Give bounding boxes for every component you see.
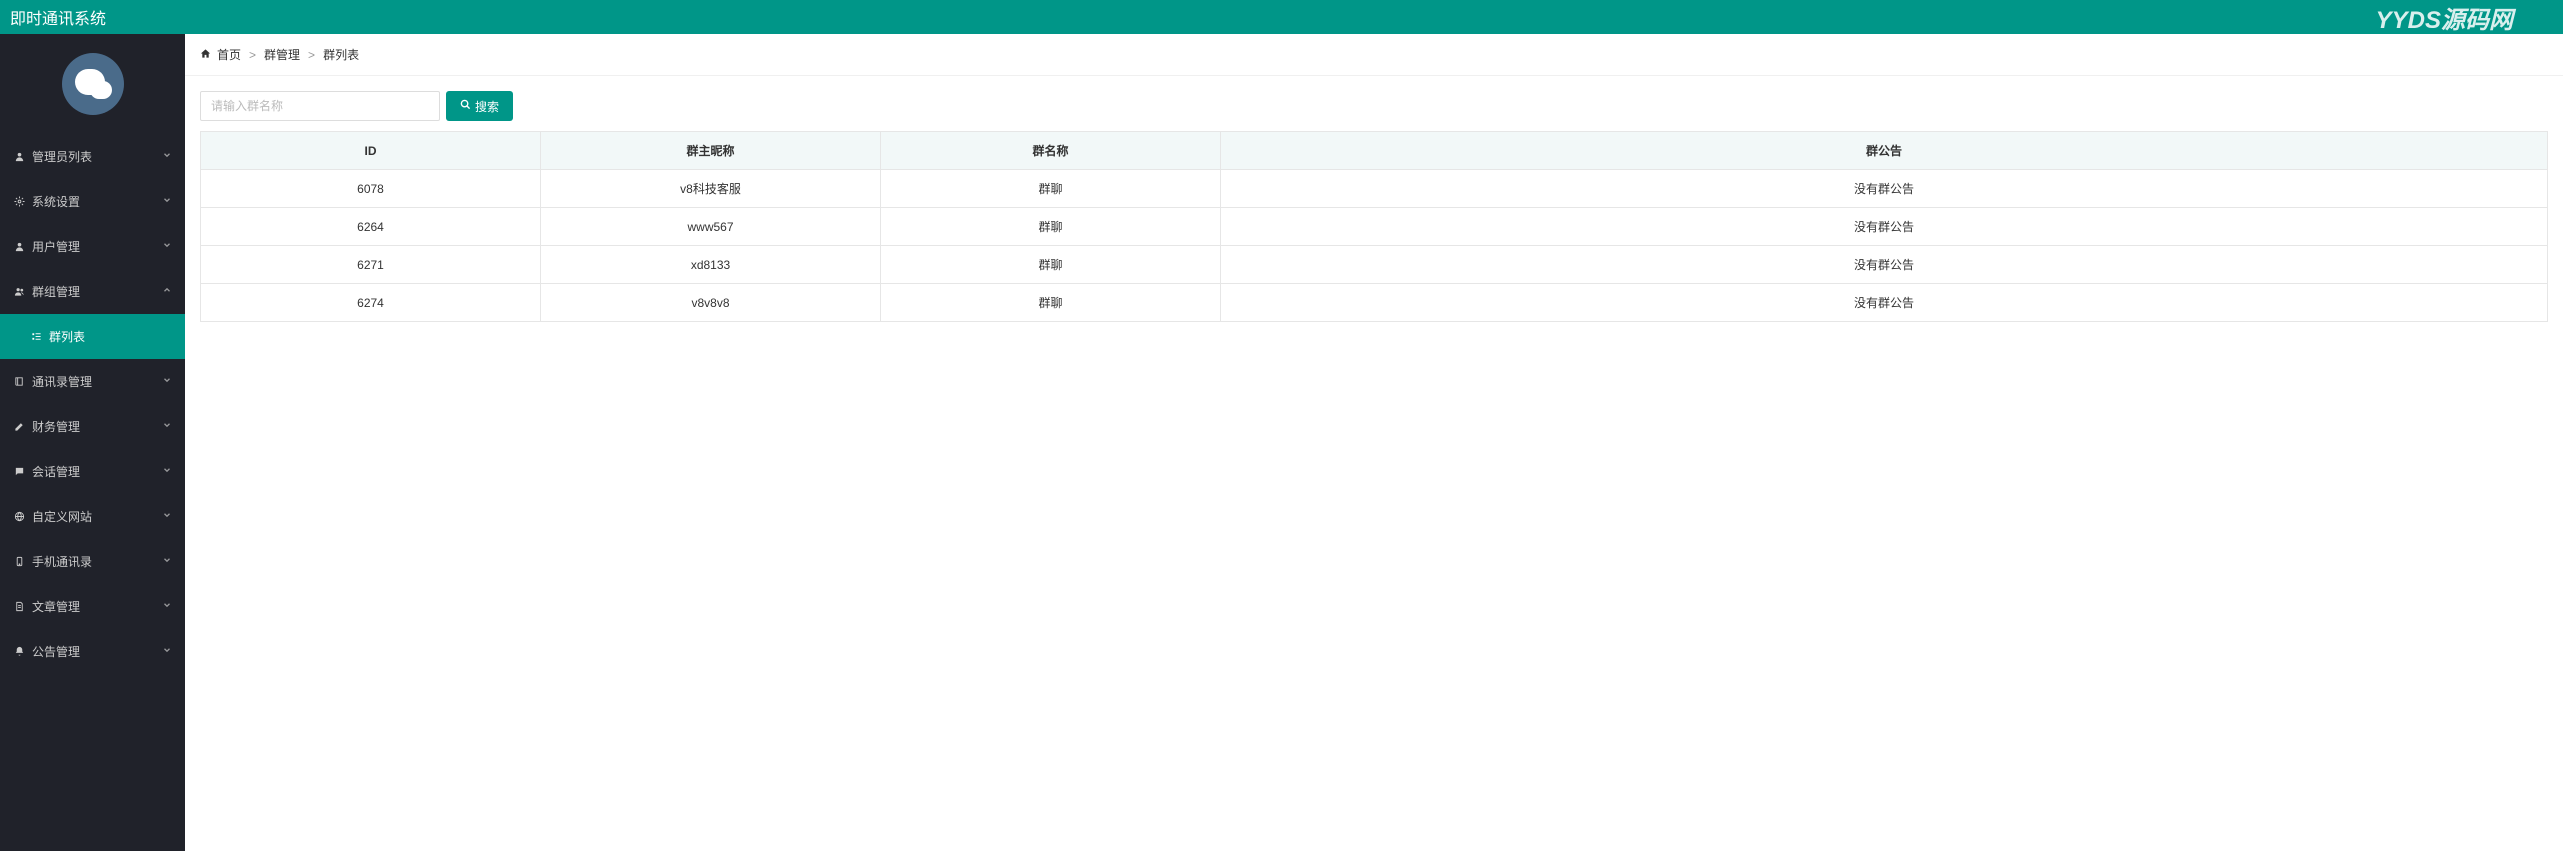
sidebar-item-1[interactable]: 系统设置 (0, 179, 185, 224)
sidebar-item-6[interactable]: 财务管理 (0, 404, 185, 449)
th-owner: 群主昵称 (541, 132, 881, 170)
td-owner: xd8133 (541, 246, 881, 284)
sidebar-item-label: 公告管理 (32, 643, 80, 660)
td-name: 群聊 (881, 246, 1221, 284)
app-title: 即时通讯系统 (10, 5, 106, 29)
th-notice: 群公告 (1221, 132, 2548, 170)
sidebar-item-label: 文章管理 (32, 598, 80, 615)
th-name: 群名称 (881, 132, 1221, 170)
bell-icon (13, 646, 25, 658)
td-owner: v8科技客服 (541, 170, 881, 208)
breadcrumb-separator: > (249, 48, 256, 62)
user-icon (13, 241, 25, 253)
search-input[interactable] (200, 91, 440, 121)
chevron-down-icon (162, 555, 172, 568)
sidebar-item-label: 用户管理 (32, 238, 80, 255)
chevron-down-icon (162, 240, 172, 253)
sidebar: 管理员列表系统设置用户管理群组管理群列表通讯录管理财务管理会话管理自定义网站手机… (0, 34, 185, 851)
search-button-label: 搜索 (475, 98, 499, 115)
sidebar-item-label: 手机通讯录 (32, 553, 92, 570)
th-id: ID (201, 132, 541, 170)
sidebar-item-3[interactable]: 群组管理 (0, 269, 185, 314)
breadcrumb: 首页 > 群管理 > 群列表 (185, 34, 2563, 76)
sidebar-item-label: 财务管理 (32, 418, 80, 435)
td-notice: 没有群公告 (1221, 246, 2548, 284)
sidebar-item-5[interactable]: 通讯录管理 (0, 359, 185, 404)
chevron-up-icon (162, 285, 172, 298)
main-content: 首页 > 群管理 > 群列表 搜索 ID 群主昵称 (185, 34, 2563, 851)
chevron-down-icon (162, 510, 172, 523)
td-name: 群聊 (881, 208, 1221, 246)
content-area: 搜索 ID 群主昵称 群名称 群公告 6078v8科技客服群聊没有群公告6264… (185, 76, 2563, 337)
breadcrumb-separator: > (308, 48, 315, 62)
chat-icon (13, 466, 25, 478)
td-name: 群聊 (881, 170, 1221, 208)
td-notice: 没有群公告 (1221, 170, 2548, 208)
breadcrumb-home[interactable]: 首页 (217, 46, 241, 63)
list-icon (30, 331, 42, 343)
sidebar-item-label: 群组管理 (32, 283, 80, 300)
table-row: 6274v8v8v8群聊没有群公告 (201, 284, 2548, 322)
edit-icon (13, 421, 25, 433)
sidebar-item-7[interactable]: 会话管理 (0, 449, 185, 494)
table-header-row: ID 群主昵称 群名称 群公告 (201, 132, 2548, 170)
td-id: 6271 (201, 246, 541, 284)
chevron-down-icon (162, 375, 172, 388)
table-row: 6078v8科技客服群聊没有群公告 (201, 170, 2548, 208)
sidebar-item-10[interactable]: 文章管理 (0, 584, 185, 629)
sidebar-item-4[interactable]: 群列表 (0, 314, 185, 359)
sidebar-item-label: 群列表 (49, 328, 85, 345)
chevron-down-icon (162, 420, 172, 433)
globe-icon (13, 511, 25, 523)
users-icon (13, 286, 25, 298)
sidebar-item-9[interactable]: 手机通讯录 (0, 539, 185, 584)
td-id: 6264 (201, 208, 541, 246)
brand-watermark: YYDS源码网 (2376, 0, 2553, 35)
td-notice: 没有群公告 (1221, 284, 2548, 322)
table-row: 6264www567群聊没有群公告 (201, 208, 2548, 246)
td-id: 6078 (201, 170, 541, 208)
sidebar-item-label: 自定义网站 (32, 508, 92, 525)
search-bar: 搜索 (200, 91, 2548, 121)
search-button[interactable]: 搜索 (446, 91, 513, 121)
home-icon (200, 48, 211, 62)
sidebar-item-8[interactable]: 自定义网站 (0, 494, 185, 539)
breadcrumb-current: 群列表 (323, 46, 359, 63)
sidebar-item-0[interactable]: 管理员列表 (0, 134, 185, 179)
chevron-down-icon (162, 645, 172, 658)
td-notice: 没有群公告 (1221, 208, 2548, 246)
td-name: 群聊 (881, 284, 1221, 322)
user-icon (13, 151, 25, 163)
groups-table: ID 群主昵称 群名称 群公告 6078v8科技客服群聊没有群公告6264www… (200, 131, 2548, 322)
td-owner: www567 (541, 208, 881, 246)
breadcrumb-parent[interactable]: 群管理 (264, 46, 300, 63)
chevron-down-icon (162, 600, 172, 613)
sidebar-item-11[interactable]: 公告管理 (0, 629, 185, 674)
table-row: 6271xd8133群聊没有群公告 (201, 246, 2548, 284)
search-icon (460, 99, 471, 113)
phone-icon (13, 556, 25, 568)
chevron-down-icon (162, 465, 172, 478)
wechat-logo-icon (62, 53, 124, 115)
header: 即时通讯系统 YYDS源码网 (0, 0, 2563, 34)
sidebar-item-label: 通讯录管理 (32, 373, 92, 390)
doc-icon (13, 601, 25, 613)
logo-area (0, 34, 185, 134)
td-owner: v8v8v8 (541, 284, 881, 322)
cog-icon (13, 196, 25, 208)
chevron-down-icon (162, 150, 172, 163)
td-id: 6274 (201, 284, 541, 322)
sidebar-item-label: 系统设置 (32, 193, 80, 210)
sidebar-item-2[interactable]: 用户管理 (0, 224, 185, 269)
chevron-down-icon (162, 195, 172, 208)
main-container: 管理员列表系统设置用户管理群组管理群列表通讯录管理财务管理会话管理自定义网站手机… (0, 34, 2563, 851)
book-icon (13, 376, 25, 388)
sidebar-item-label: 管理员列表 (32, 148, 92, 165)
sidebar-item-label: 会话管理 (32, 463, 80, 480)
